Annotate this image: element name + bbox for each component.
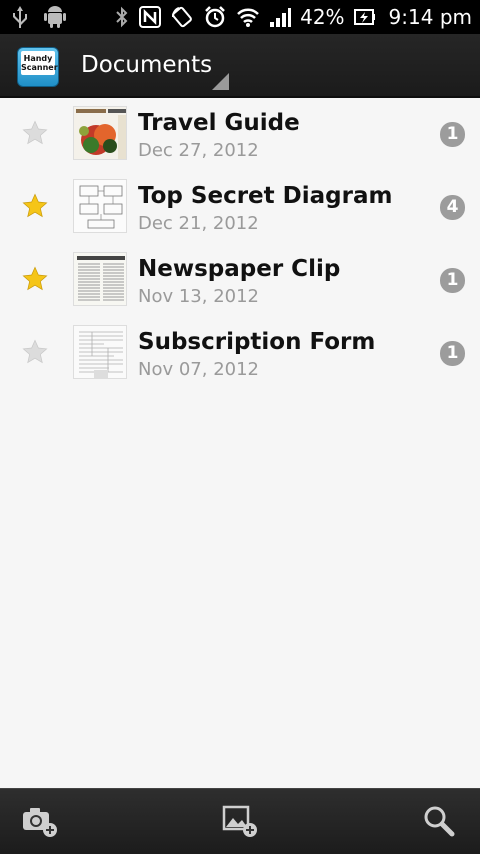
android-icon	[42, 4, 68, 30]
document-thumbnail	[73, 252, 127, 306]
list-item[interactable]: Top Secret Diagram Dec 21, 2012 4	[0, 171, 480, 244]
page-count-badge: 4	[440, 195, 465, 220]
spinner-arrow-icon[interactable]	[212, 73, 229, 90]
nfc-icon	[139, 6, 162, 28]
search-button[interactable]	[422, 805, 462, 839]
battery-percent: 42%	[300, 5, 345, 29]
page-count-badge: 1	[440, 341, 465, 366]
document-date: Nov 13, 2012	[138, 286, 260, 307]
document-date: Nov 07, 2012	[138, 359, 260, 380]
alarm-icon	[203, 5, 227, 29]
app-logo[interactable]: Handy Scanner	[17, 47, 59, 87]
status-bar: 42% 9:14 pm	[0, 0, 480, 34]
document-thumbnail	[73, 106, 127, 160]
document-date: Dec 27, 2012	[138, 140, 259, 161]
view-spinner-label[interactable]: Documents	[81, 52, 212, 78]
document-thumbnail	[73, 179, 127, 233]
clock: 9:14 pm	[388, 5, 472, 29]
document-title: Subscription Form	[138, 329, 376, 355]
star-on-icon[interactable]	[21, 192, 49, 224]
camera-add-button[interactable]	[22, 805, 62, 839]
image-add-button[interactable]	[222, 805, 262, 839]
search-icon	[424, 806, 455, 837]
star-off-icon[interactable]	[21, 119, 49, 151]
bottom-action-bar	[0, 788, 480, 854]
image-add-icon	[222, 805, 257, 837]
document-thumbnail	[73, 325, 127, 379]
document-title: Travel Guide	[138, 110, 300, 136]
document-title: Top Secret Diagram	[138, 183, 393, 209]
list-item[interactable]: Travel Guide Dec 27, 2012 1	[0, 98, 480, 171]
page-count-badge: 1	[440, 122, 465, 147]
wifi-icon	[236, 6, 260, 28]
camera-add-icon	[23, 808, 57, 837]
battery-charging-icon	[353, 7, 376, 27]
page-count-badge: 1	[440, 268, 465, 293]
document-date: Dec 21, 2012	[138, 213, 259, 234]
list-item[interactable]: Subscription Form Nov 07, 2012 1	[0, 317, 480, 390]
list-item[interactable]: Newspaper Clip Nov 13, 2012 1	[0, 244, 480, 317]
star-on-icon[interactable]	[21, 265, 49, 297]
usb-icon	[10, 4, 30, 30]
rotate-icon	[170, 5, 194, 29]
document-list: Travel Guide Dec 27, 2012 1 Top Secret D…	[0, 98, 480, 390]
signal-icon	[269, 6, 292, 28]
star-off-icon[interactable]	[21, 338, 49, 370]
action-bar: Handy Scanner Documents	[0, 34, 480, 98]
bluetooth-icon	[114, 5, 130, 29]
document-title: Newspaper Clip	[138, 256, 341, 282]
